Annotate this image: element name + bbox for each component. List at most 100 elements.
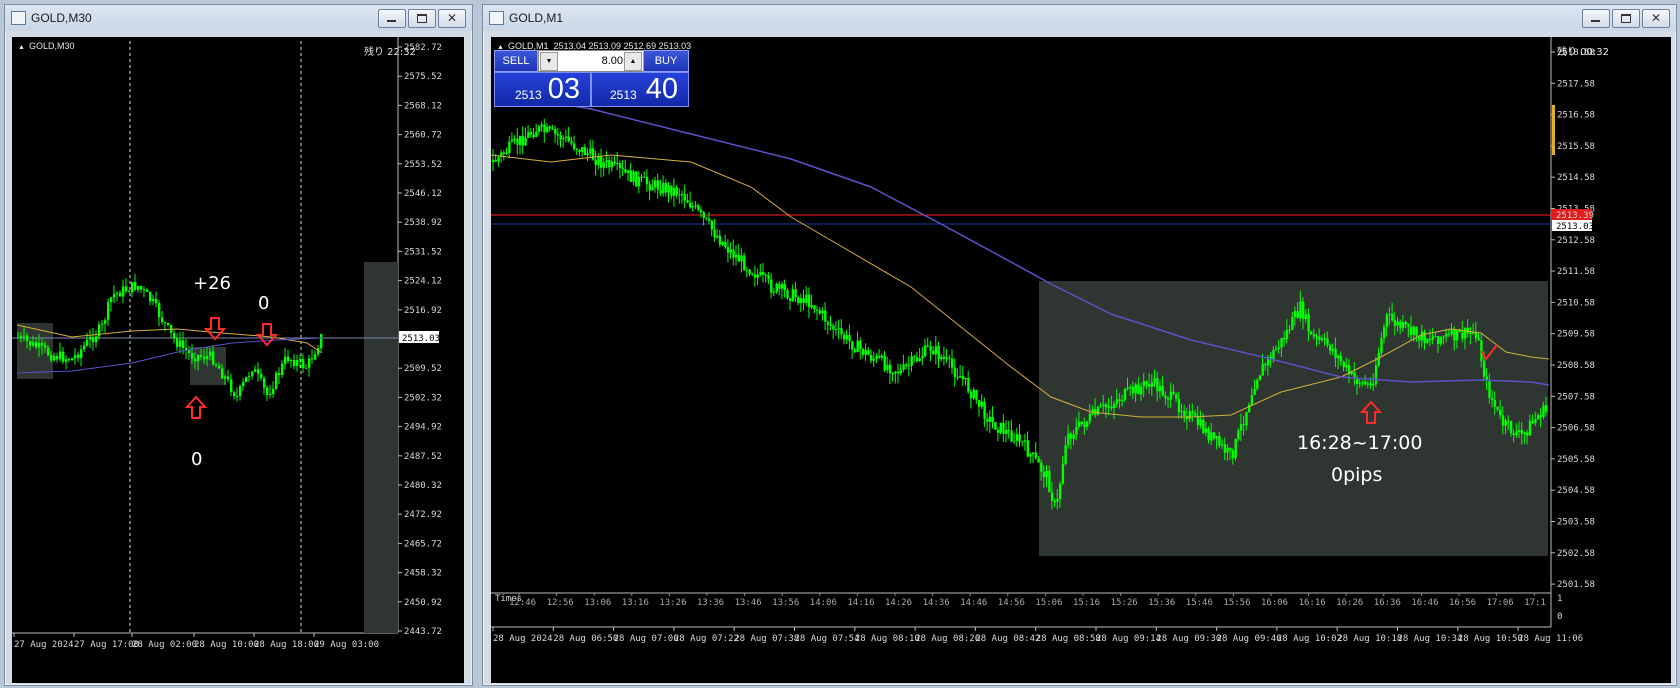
session-axis-label: 13:36 xyxy=(697,598,724,608)
candle-body xyxy=(573,143,576,150)
candle-body xyxy=(1023,440,1027,442)
candle-body xyxy=(1161,385,1164,396)
candle-body xyxy=(1226,447,1229,453)
candle-body xyxy=(1153,378,1156,383)
candle-body xyxy=(735,254,738,258)
candle-body xyxy=(978,400,981,407)
session-axis-label: 14:16 xyxy=(847,598,874,608)
candle-body xyxy=(161,317,164,323)
price-axis-label: 2503.58 xyxy=(1557,518,1595,528)
candle-body xyxy=(1315,336,1318,338)
candle-body xyxy=(191,352,194,359)
lot-size-field[interactable]: ▼ 8.00 ▲ xyxy=(538,50,644,72)
candle-body xyxy=(1204,428,1208,433)
candle-body xyxy=(1013,440,1016,442)
candle-body xyxy=(1264,364,1267,366)
candle-body xyxy=(293,360,296,367)
candle-body xyxy=(1407,324,1410,327)
candle-body xyxy=(686,200,689,203)
candle-body xyxy=(1040,462,1043,472)
sell-button[interactable]: SELL xyxy=(494,50,538,72)
buy-price-button[interactable]: 2513 40 xyxy=(591,72,689,107)
candle-body xyxy=(897,371,900,374)
candle-body xyxy=(284,356,287,364)
candle-body xyxy=(1450,330,1453,335)
candle-body xyxy=(1142,381,1146,387)
candle-body xyxy=(975,389,978,401)
candle-body xyxy=(125,286,128,292)
candle-body xyxy=(1026,440,1029,457)
candle-body xyxy=(1337,355,1340,359)
candle-body xyxy=(678,194,681,196)
maximize-button[interactable] xyxy=(408,9,436,28)
lot-size-value[interactable]: 8.00 xyxy=(559,51,623,71)
price-axis-label: 2504.58 xyxy=(1557,486,1595,496)
sell-price-button[interactable]: 2513 03 xyxy=(494,72,591,107)
time-axis-label: 28 Aug 10:50 xyxy=(1458,634,1523,644)
candle-body xyxy=(797,297,800,304)
candle-body xyxy=(260,373,263,379)
lot-increase-arrow-icon[interactable]: ▲ xyxy=(624,52,642,71)
candle-body xyxy=(521,135,525,146)
time-axis-label: 28 Aug 02:00 xyxy=(132,640,197,650)
candle-body xyxy=(1177,399,1181,412)
buy-button[interactable]: BUY xyxy=(643,50,689,72)
candle-body xyxy=(921,356,924,359)
candle-body xyxy=(152,299,155,302)
candle-body xyxy=(967,377,970,392)
candle-body xyxy=(848,335,851,342)
close-button[interactable]: ✕ xyxy=(438,9,466,28)
candle-body xyxy=(1545,405,1548,412)
price-chart-m1[interactable]: 2518.582517.582516.582515.582514.582513.… xyxy=(491,37,1671,683)
maximize-button[interactable] xyxy=(1612,9,1640,28)
candle-body xyxy=(1115,399,1119,404)
candle-body xyxy=(269,393,272,395)
candle-body xyxy=(1137,384,1140,395)
candle-body xyxy=(1140,386,1143,395)
chart-window-gold-m30[interactable]: GOLD,M30 ✕ 2582.72 2575.52 2568.12 2560.72 2… xyxy=(4,4,473,686)
candle-body xyxy=(305,367,308,369)
window-title: GOLD,M1 xyxy=(509,11,564,25)
candle-body xyxy=(837,328,840,330)
candle-body xyxy=(1086,421,1089,427)
candle-body xyxy=(1364,381,1367,385)
window-titlebar[interactable]: GOLD,M1 ✕ xyxy=(483,5,1676,31)
candle-body xyxy=(1391,313,1394,321)
candle-body xyxy=(1148,384,1151,387)
candle-body xyxy=(134,281,137,290)
candle-body xyxy=(597,156,600,166)
close-button[interactable]: ✕ xyxy=(1642,9,1670,28)
candle-body xyxy=(888,364,892,374)
candle-body xyxy=(737,254,741,262)
candle-body xyxy=(805,294,808,303)
minimize-button[interactable] xyxy=(1582,9,1610,28)
price-chart-m30[interactable]: 2582.72 2575.52 2568.12 2560.72 2553.52 2546.… xyxy=(12,37,464,683)
collapse-triangle-icon[interactable]: ▲ xyxy=(18,44,25,51)
candle-body xyxy=(299,358,302,361)
price-axis-label: 2501.58 xyxy=(1557,580,1595,590)
candle-body xyxy=(1461,331,1464,339)
time-axis-label: 28 Aug 10:02 xyxy=(1277,634,1342,644)
candle-body xyxy=(38,342,41,348)
candle-body xyxy=(278,372,281,375)
session-axis-label: 17:06 xyxy=(1487,598,1514,608)
candle-body xyxy=(875,355,878,359)
candle-body xyxy=(1150,382,1154,387)
candle-body xyxy=(254,369,257,372)
candle-body xyxy=(1485,376,1488,380)
buy-price-prefix: 2513 xyxy=(610,88,637,102)
window-titlebar[interactable]: GOLD,M30 ✕ xyxy=(5,5,472,31)
candle-body xyxy=(215,364,218,366)
candle-body xyxy=(816,309,819,311)
lot-decrease-arrow-icon[interactable]: ▼ xyxy=(540,52,558,71)
candle-body xyxy=(239,386,242,397)
minimize-button[interactable] xyxy=(378,9,406,28)
one-click-trading-panel: SELL ▼ 8.00 ▲ BUY 2513 03 2513 40 xyxy=(494,50,691,107)
candle-body xyxy=(1512,433,1515,436)
candle-body xyxy=(969,391,973,399)
subwindow-axis-label: 1 xyxy=(1557,594,1562,604)
candle-body xyxy=(664,182,668,193)
candle-body xyxy=(791,289,795,301)
candle-body xyxy=(591,148,595,160)
price-axis-label: 2487.52 xyxy=(404,452,442,462)
